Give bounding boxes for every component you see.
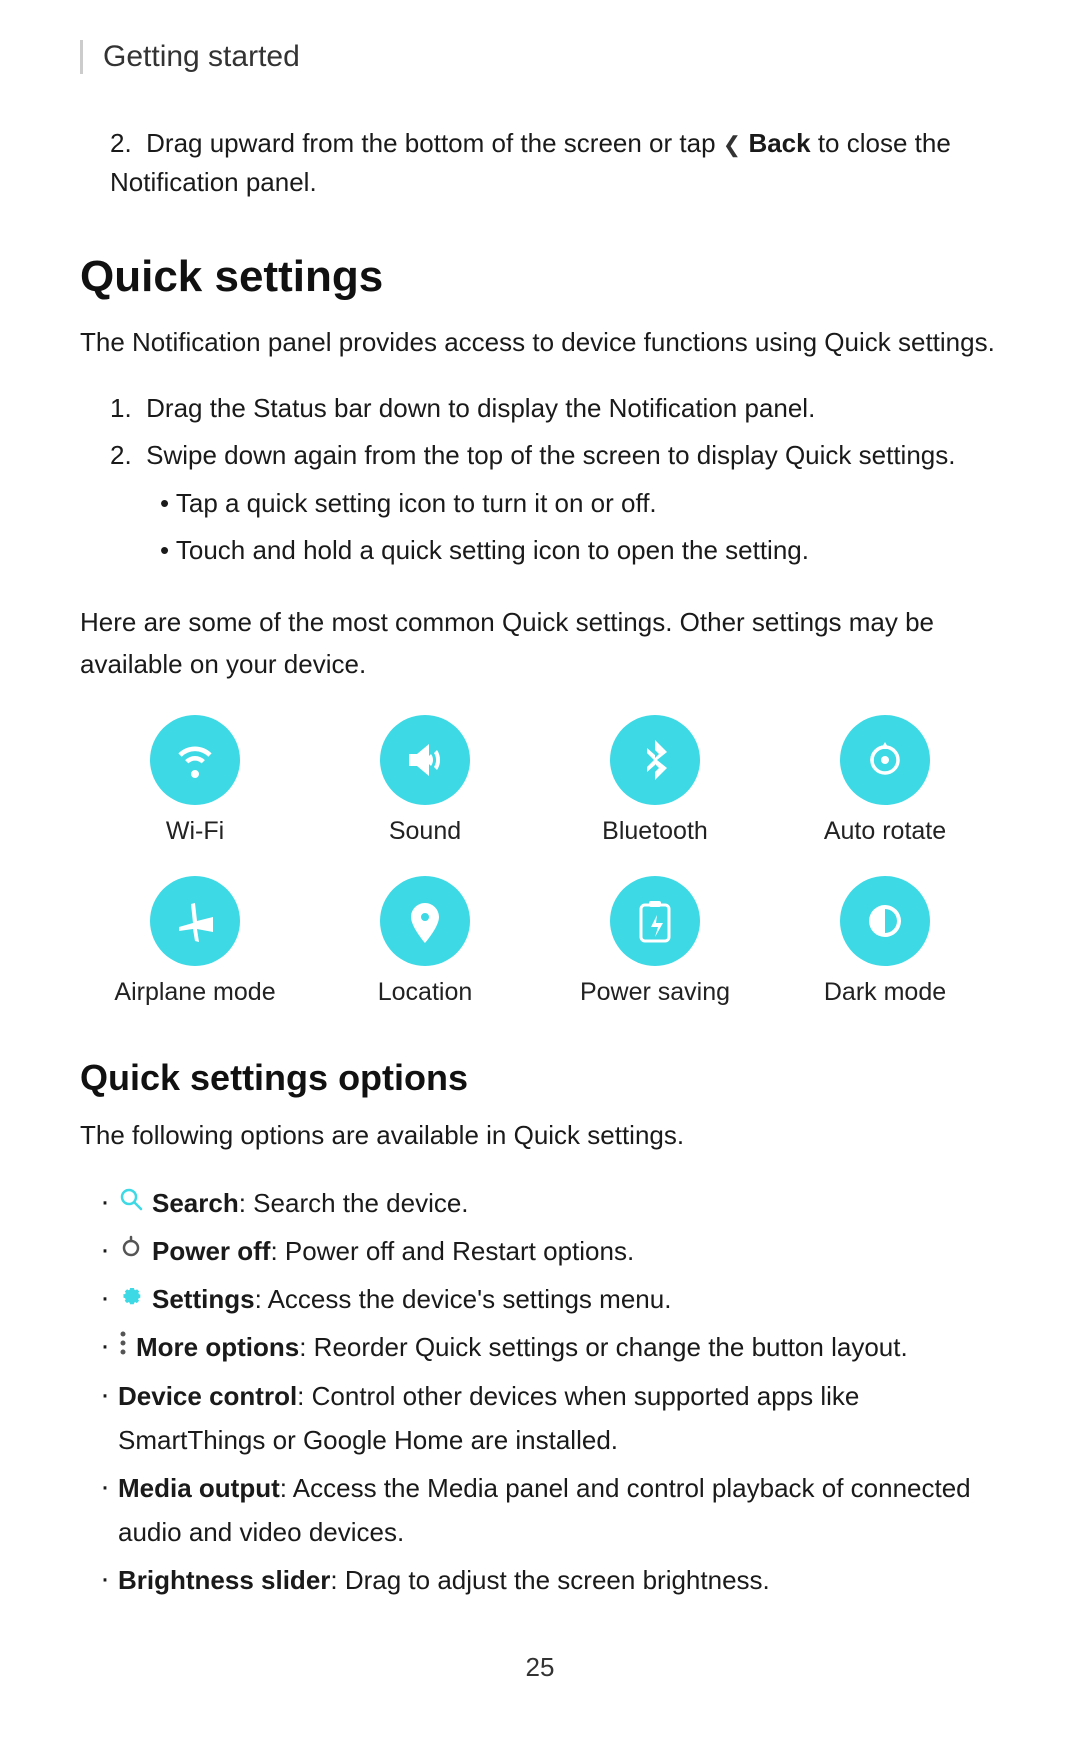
darkmode-label: Dark mode (824, 978, 946, 1007)
page-number: 25 (80, 1652, 1000, 1683)
quick-settings-section: Quick settings The Notification panel pr… (80, 252, 1000, 1007)
sound-icon (401, 736, 449, 784)
wifi-icon (171, 736, 219, 784)
page-header-title: Getting started (103, 40, 300, 73)
option-device-control: Device control: Control other devices wh… (100, 1374, 1000, 1462)
darkmode-icon (861, 897, 909, 945)
bluetooth-circle (610, 715, 700, 805)
option-more: More options: Reorder Quick settings or … (100, 1325, 1000, 1369)
sub-step-1: Tap a quick setting icon to turn it on o… (160, 483, 1000, 525)
icon-airplane: Airplane mode (105, 876, 285, 1007)
settings-option-icon (118, 1277, 144, 1321)
icons-grid: Wi-Fi Sound Bluetooth (80, 715, 1000, 1007)
darkmode-circle (840, 876, 930, 966)
here-text: Here are some of the most common Quick s… (80, 602, 1000, 685)
wifi-circle (150, 715, 240, 805)
airplane-icon (171, 897, 219, 945)
icon-wifi: Wi-Fi (105, 715, 285, 846)
bluetooth-label: Bluetooth (602, 817, 708, 846)
icon-powersaving: Power saving (565, 876, 745, 1007)
search-option-icon (118, 1181, 144, 1225)
autorotate-label: Auto rotate (824, 817, 946, 846)
quick-settings-desc: The Notification panel provides access t… (80, 322, 1000, 364)
wifi-label: Wi-Fi (166, 817, 224, 846)
page-header: Getting started (80, 40, 1000, 74)
location-icon (401, 897, 449, 945)
option-brightness-slider: Brightness slider: Drag to adjust the sc… (100, 1558, 1000, 1602)
option-settings: Settings: Access the device's settings m… (100, 1277, 1000, 1321)
icon-location: Location (335, 876, 515, 1007)
intro-step-2: 2. Drag upward from the bottom of the sc… (110, 124, 1000, 202)
icons-row-2: Airplane mode Location (80, 876, 1000, 1007)
step-1: 1. Drag the Status bar down to display t… (110, 388, 1000, 430)
airplane-circle (150, 876, 240, 966)
sound-label: Sound (389, 817, 461, 846)
icon-sound: Sound (335, 715, 515, 846)
airplane-label: Airplane mode (114, 978, 275, 1007)
options-title: Quick settings options (80, 1057, 1000, 1099)
option-media-output: Media output: Access the Media panel and… (100, 1466, 1000, 1554)
icon-bluetooth: Bluetooth (565, 715, 745, 846)
icon-autorotate: Auto rotate (795, 715, 975, 846)
autorotate-icon (861, 736, 909, 784)
step-2: 2. Swipe down again from the top of the … (110, 435, 1000, 477)
location-circle (380, 876, 470, 966)
icons-row-1: Wi-Fi Sound Bluetooth (80, 715, 1000, 846)
powersaving-label: Power saving (580, 978, 730, 1007)
option-poweroff: Power off: Power off and Restart options… (100, 1229, 1000, 1273)
bluetooth-icon (631, 736, 679, 784)
powersaving-circle (610, 876, 700, 966)
quick-settings-title: Quick settings (80, 252, 1000, 302)
option-search: Search: Search the device. (100, 1181, 1000, 1225)
location-label: Location (378, 978, 473, 1007)
sub-step-2: Touch and hold a quick setting icon to o… (160, 530, 1000, 572)
autorotate-circle (840, 715, 930, 805)
powersaving-icon (631, 897, 679, 945)
more-option-icon (118, 1325, 128, 1369)
icon-darkmode: Dark mode (795, 876, 975, 1007)
power-option-icon (118, 1229, 144, 1273)
sound-circle (380, 715, 470, 805)
quick-settings-options-section: Quick settings options The following opt… (80, 1057, 1000, 1602)
options-desc: The following options are available in Q… (80, 1115, 1000, 1157)
